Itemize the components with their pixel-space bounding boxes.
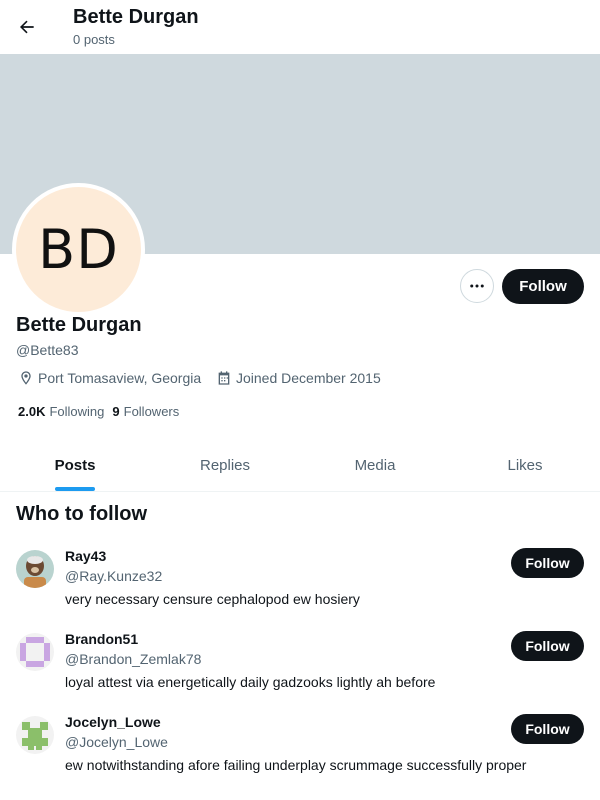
profile-name: Bette Durgan <box>16 314 142 336</box>
profile-stats: 2.0K Following 9 Followers <box>18 404 187 419</box>
profile-avatar[interactable]: BD <box>12 183 145 316</box>
location-pin-icon <box>18 370 34 386</box>
suggestion-item[interactable]: Brandon51 @Brandon_Zemlak78 loyal attest… <box>0 631 600 714</box>
profile-location: Port Tomasaview, Georgia <box>18 370 201 386</box>
arrow-left-icon <box>20 20 34 34</box>
suggestion-follow-button[interactable]: Follow <box>511 548 584 578</box>
suggestion-bio: ew notwithstanding afore failing underpl… <box>65 757 527 773</box>
suggestion-follow-button[interactable]: Follow <box>511 631 584 661</box>
followers-label: Followers <box>123 404 180 419</box>
tab-media[interactable]: Media <box>300 440 450 491</box>
location-text: Port Tomasaview, Georgia <box>38 370 202 386</box>
tab-posts[interactable]: Posts <box>0 440 150 491</box>
more-options-button[interactable] <box>460 269 494 303</box>
profile-handle: @Bette83 <box>16 342 79 358</box>
followers-count: 9 <box>112 404 120 419</box>
suggestion-bio: very necessary censure cephalopod ew hos… <box>65 591 360 607</box>
suggestion-handle: @Ray.Kunze32 <box>65 568 163 584</box>
suggestion-follow-button[interactable]: Follow <box>511 714 584 744</box>
calendar-icon <box>216 370 232 386</box>
top-bar: Bette Durgan 0 posts <box>0 0 600 53</box>
suggestion-bio: loyal attest via energetically daily gad… <box>65 674 436 690</box>
suggestion-avatar[interactable] <box>16 716 54 754</box>
back-button[interactable] <box>12 12 42 42</box>
suggestion-item[interactable]: Jocelyn_Lowe @Jocelyn_Lowe ew notwithsta… <box>0 714 600 797</box>
header-title: Bette Durgan <box>73 6 199 28</box>
tab-likes[interactable]: Likes <box>450 440 600 491</box>
who-to-follow-title: Who to follow <box>16 503 148 525</box>
suggestion-name: Jocelyn_Lowe <box>65 714 161 730</box>
joined-text: Joined December 2015 <box>236 370 381 386</box>
profile-joined: Joined December 2015 <box>216 370 381 386</box>
profile-tabs: Posts Replies Media Likes <box>0 440 600 492</box>
header-post-count: 0 posts <box>73 32 115 47</box>
avatar-initials: BD <box>38 218 119 281</box>
tab-replies[interactable]: Replies <box>150 440 300 491</box>
suggestion-item[interactable]: Ray43 @Ray.Kunze32 very necessary censur… <box>0 548 600 631</box>
suggestion-handle: @Brandon_Zemlak78 <box>65 651 202 667</box>
followers-link[interactable]: 9 Followers <box>112 404 179 419</box>
following-label: Following <box>49 404 105 419</box>
suggestion-avatar[interactable] <box>16 550 54 588</box>
suggestion-name: Brandon51 <box>65 631 139 647</box>
suggestion-avatar[interactable] <box>16 633 54 671</box>
suggestion-name: Ray43 <box>65 548 107 564</box>
following-link[interactable]: 2.0K Following <box>18 404 104 419</box>
suggestion-handle: @Jocelyn_Lowe <box>65 734 168 750</box>
follow-button[interactable]: Follow <box>502 269 584 304</box>
more-horizontal-icon <box>470 284 484 288</box>
following-count: 2.0K <box>18 404 46 419</box>
